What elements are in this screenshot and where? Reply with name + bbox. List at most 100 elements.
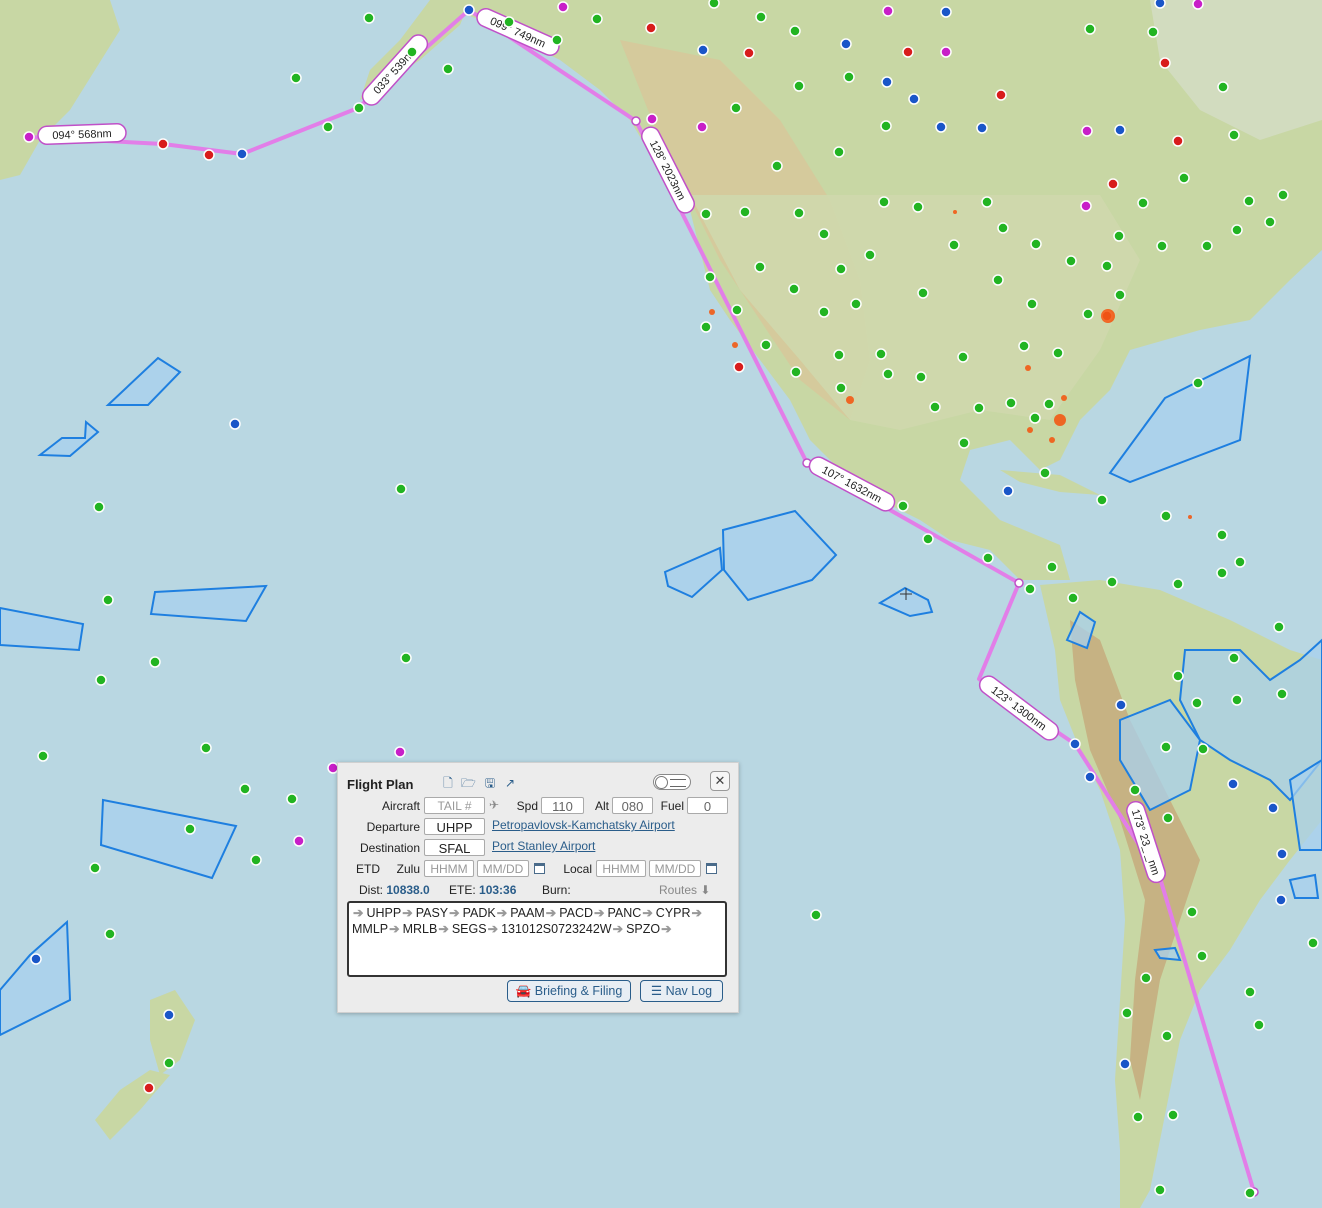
weather-station-marker[interactable]	[733, 361, 745, 373]
new-file-icon[interactable]: 🗋	[442, 777, 454, 790]
route-waypoint[interactable]: SPZO	[626, 922, 660, 936]
weather-station-marker[interactable]	[1029, 412, 1041, 424]
weather-station-marker[interactable]	[1160, 741, 1172, 753]
weather-station-marker[interactable]	[104, 928, 116, 940]
weather-station-marker[interactable]	[1137, 197, 1149, 209]
save-icon[interactable]: 🖫	[484, 777, 496, 790]
weather-station-marker[interactable]	[1121, 1007, 1133, 1019]
weather-station-marker[interactable]	[908, 93, 920, 105]
weather-station-marker[interactable]	[793, 80, 805, 92]
weather-station-marker[interactable]	[1115, 699, 1127, 711]
route-waypoint[interactable]: MRLB	[403, 922, 438, 936]
weather-station-marker[interactable]	[1119, 1058, 1131, 1070]
weather-station-marker[interactable]	[1228, 129, 1240, 141]
weather-station-marker[interactable]	[645, 22, 657, 34]
weather-station-marker[interactable]	[102, 594, 114, 606]
weather-station-marker[interactable]	[1276, 688, 1288, 700]
weather-station-marker[interactable]	[1273, 621, 1285, 633]
weather-station-marker[interactable]	[929, 401, 941, 413]
weather-station-marker[interactable]	[1197, 743, 1209, 755]
weather-station-marker[interactable]	[704, 271, 716, 283]
weather-station-marker[interactable]	[1192, 0, 1204, 10]
weather-station-marker[interactable]	[1154, 1184, 1166, 1196]
weather-station-marker[interactable]	[850, 298, 862, 310]
weather-station-marker[interactable]	[1069, 738, 1081, 750]
weather-station-marker[interactable]	[912, 201, 924, 213]
weather-station-marker[interactable]	[1039, 467, 1051, 479]
weather-station-marker[interactable]	[1244, 986, 1256, 998]
weather-station-marker[interactable]	[322, 121, 334, 133]
weather-station-marker[interactable]	[835, 382, 847, 394]
weather-station-marker[interactable]	[771, 160, 783, 172]
weather-station-marker[interactable]	[708, 0, 720, 9]
weather-station-marker[interactable]	[1172, 670, 1184, 682]
weather-station-marker[interactable]	[1231, 694, 1243, 706]
weather-station-marker[interactable]	[897, 500, 909, 512]
weather-station-marker[interactable]	[1005, 397, 1017, 409]
weather-station-marker[interactable]	[250, 854, 262, 866]
weather-station-marker[interactable]	[1129, 784, 1141, 796]
route-waypoint[interactable]: UHPP	[366, 906, 401, 920]
weather-station-marker[interactable]	[1253, 1019, 1265, 1031]
weather-station-marker[interactable]	[833, 349, 845, 361]
local-time-input[interactable]: HHMM	[596, 860, 646, 877]
weather-station-marker[interactable]	[1172, 135, 1184, 147]
weather-station-marker[interactable]	[1161, 1030, 1173, 1042]
weather-station-marker[interactable]	[1026, 298, 1038, 310]
zulu-date-input[interactable]: MM/DD	[477, 860, 529, 877]
weather-station-marker[interactable]	[700, 321, 712, 333]
weather-station-marker[interactable]	[981, 196, 993, 208]
weather-station-marker[interactable]	[143, 1082, 155, 1094]
route-waypoint[interactable]: SEGS	[452, 922, 487, 936]
route-waypoint[interactable]: CYPR	[656, 906, 691, 920]
weather-station-marker[interactable]	[1096, 494, 1108, 506]
weather-station-marker[interactable]	[1147, 26, 1159, 38]
weather-station-marker[interactable]	[957, 351, 969, 363]
weather-station-marker[interactable]	[1307, 937, 1319, 949]
weather-station-marker[interactable]	[922, 533, 934, 545]
route-waypoint[interactable]: MMLP	[352, 922, 388, 936]
weather-station-marker[interactable]	[1227, 778, 1239, 790]
panel-mode-toggle[interactable]	[653, 774, 691, 790]
weather-station-marker[interactable]	[840, 38, 852, 50]
weather-station-marker[interactable]	[902, 46, 914, 58]
weather-station-marker[interactable]	[1084, 771, 1096, 783]
weather-station-marker[interactable]	[1081, 125, 1093, 137]
weather-station-marker[interactable]	[1082, 308, 1094, 320]
weather-station-marker[interactable]	[793, 207, 805, 219]
weather-station-marker[interactable]	[875, 348, 887, 360]
weather-station-marker[interactable]	[790, 366, 802, 378]
weather-station-marker[interactable]	[755, 11, 767, 23]
weather-station-marker[interactable]	[1156, 240, 1168, 252]
weather-station-marker[interactable]	[1216, 567, 1228, 579]
weather-station-marker[interactable]	[95, 674, 107, 686]
weather-station-marker[interactable]	[395, 483, 407, 495]
weather-station-marker[interactable]	[976, 122, 988, 134]
weather-station-marker[interactable]	[810, 909, 822, 921]
open-folder-icon[interactable]: 🗁	[461, 777, 476, 790]
weather-station-marker[interactable]	[353, 102, 365, 114]
weather-station-marker[interactable]	[551, 34, 563, 46]
weather-station-marker[interactable]	[200, 742, 212, 754]
weather-station-marker[interactable]	[1002, 485, 1014, 497]
departure-input[interactable]: UHPP	[424, 818, 485, 835]
routes-link[interactable]: Routes ⬇	[659, 883, 710, 897]
weather-station-marker[interactable]	[149, 656, 161, 668]
route-waypoint[interactable]: PANC	[608, 906, 642, 920]
weather-station-marker[interactable]	[1018, 340, 1030, 352]
weather-station-marker[interactable]	[1132, 1111, 1144, 1123]
weather-station-marker[interactable]	[1275, 894, 1287, 906]
weather-map[interactable]: 094° 568nm 033° 539nm 099° 749nm 128° 20…	[0, 0, 1322, 1208]
weather-station-marker[interactable]	[1043, 398, 1055, 410]
weather-station-marker[interactable]	[23, 131, 35, 143]
nav-log-button[interactable]: ☰ Nav Log	[640, 980, 723, 1002]
weather-station-marker[interactable]	[958, 437, 970, 449]
weather-station-marker[interactable]	[37, 750, 49, 762]
weather-station-marker[interactable]	[1065, 255, 1077, 267]
weather-station-marker[interactable]	[1162, 812, 1174, 824]
briefing-filing-button[interactable]: 🚘 Briefing & Filing	[507, 980, 631, 1002]
weather-station-marker[interactable]	[835, 263, 847, 275]
weather-station-marker[interactable]	[973, 402, 985, 414]
weather-station-marker[interactable]	[1030, 238, 1042, 250]
weather-station-marker[interactable]	[731, 304, 743, 316]
